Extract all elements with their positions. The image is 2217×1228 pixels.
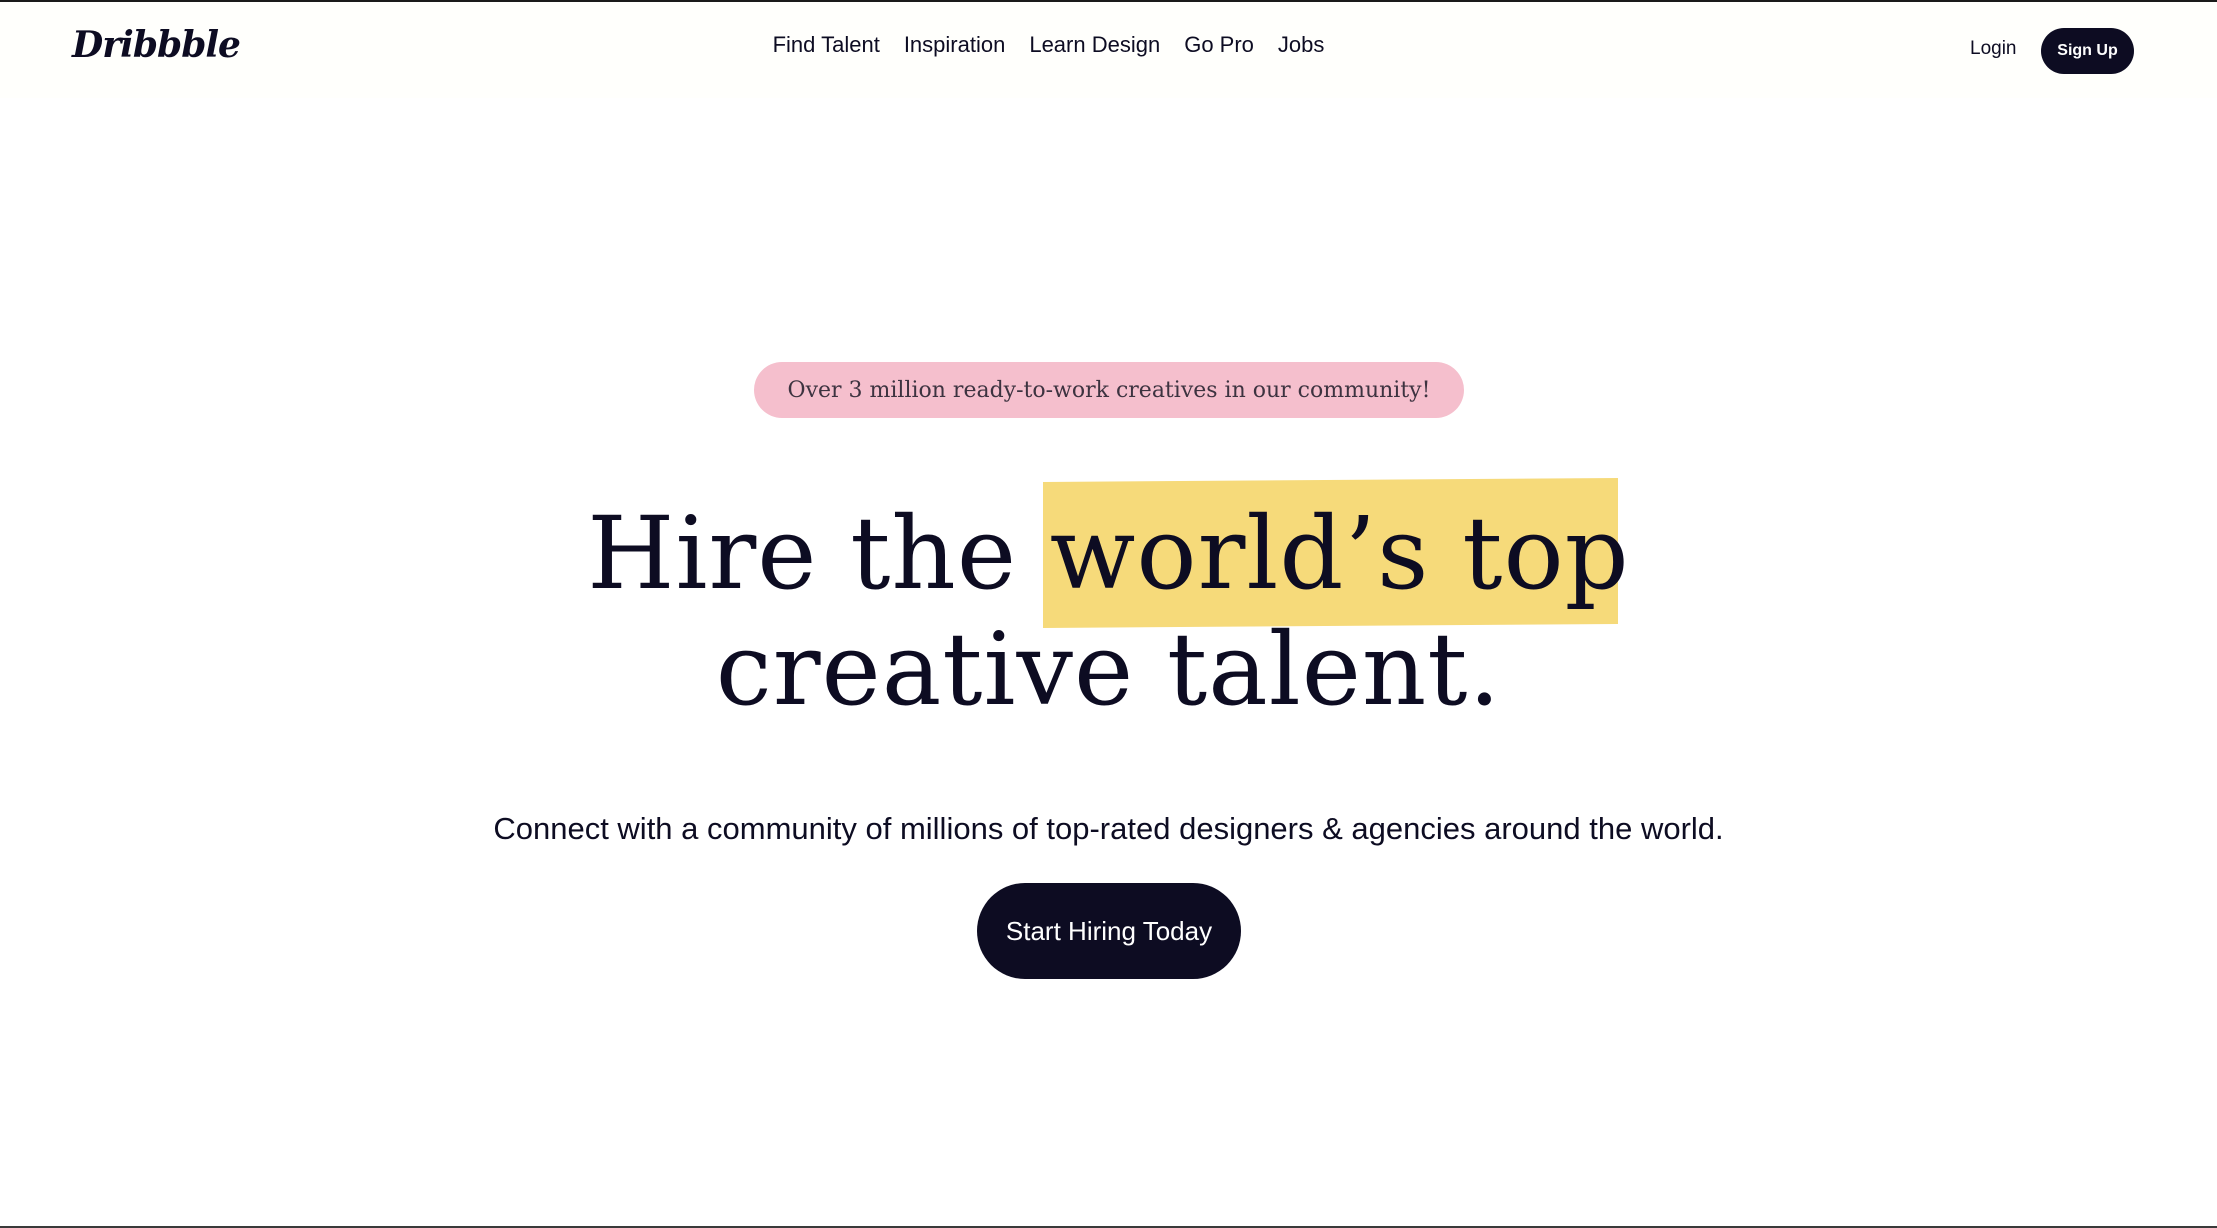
signup-button[interactable]: Sign Up: [2041, 28, 2134, 74]
nav-go-pro[interactable]: Go Pro: [1184, 32, 1254, 58]
headline-highlight-text: world’s top: [1049, 495, 1630, 612]
login-link[interactable]: Login: [1970, 38, 2017, 60]
nav-jobs[interactable]: Jobs: [1278, 32, 1324, 58]
headline-line-2: creative talent.: [715, 611, 1502, 728]
nav-learn-design[interactable]: Learn Design: [1029, 32, 1160, 58]
hero-headline: Hire the world’s top creative talent.: [0, 496, 2217, 728]
headline-line-1: Hire the world’s top: [0, 496, 2217, 612]
headline-plain-text: Hire the: [587, 495, 1050, 612]
nav-inspiration[interactable]: Inspiration: [904, 32, 1006, 58]
nav-find-talent[interactable]: Find Talent: [773, 32, 880, 58]
hero-subheading: Connect with a community of millions of …: [493, 811, 1724, 846]
start-hiring-button[interactable]: Start Hiring Today: [977, 883, 1241, 979]
top-navigation: Dribbble Find Talent Inspiration Learn D…: [0, 2, 2217, 98]
community-badge: Over 3 million ready-to-work creatives i…: [754, 362, 1464, 418]
main-nav: Find Talent Inspiration Learn Design Go …: [0, 32, 2217, 58]
